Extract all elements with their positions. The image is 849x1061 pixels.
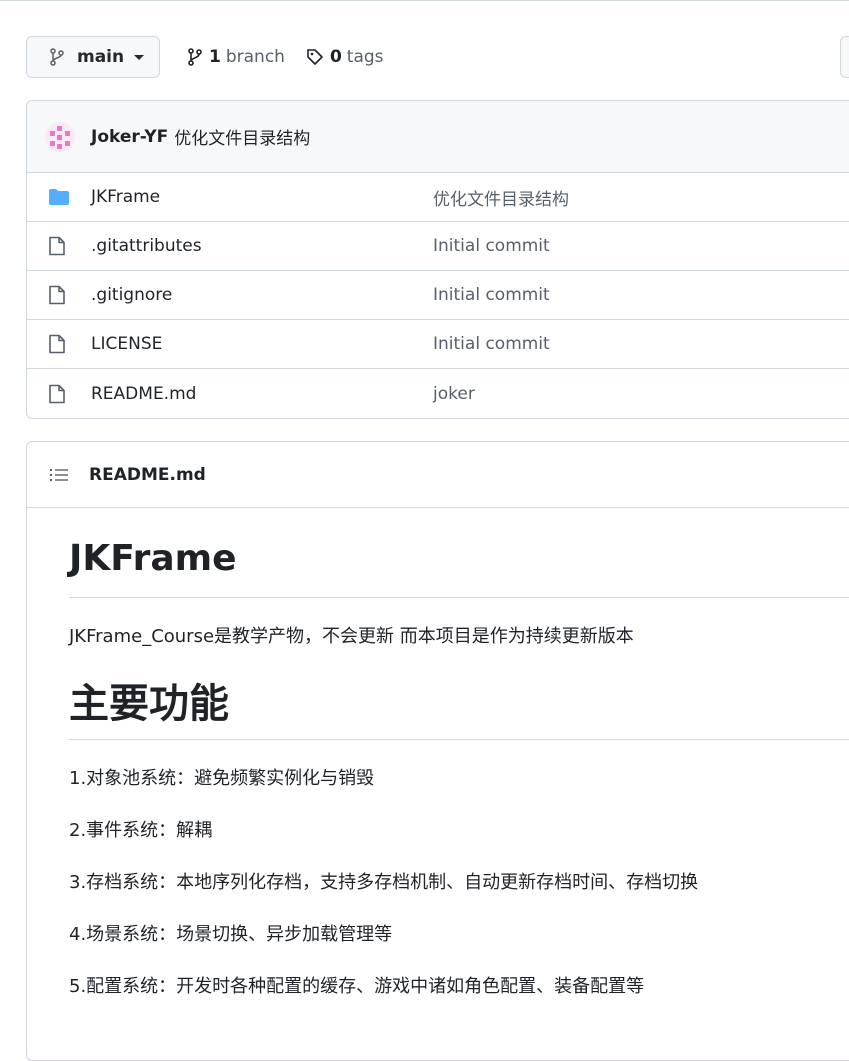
readme-intro: JKFrame_Course是教学产物，不会更新 而本项目是作为持续更新版本 bbox=[69, 626, 634, 647]
readme-header: README.md bbox=[27, 442, 849, 508]
avatar[interactable] bbox=[45, 121, 75, 152]
file-commit-message[interactable]: Initial commit bbox=[433, 236, 550, 256]
file-commit-message[interactable]: Initial commit bbox=[433, 285, 550, 305]
folder-icon bbox=[49, 189, 69, 205]
feature-item: 5.配置系统：开发时各种配置的缓存、游戏中诸如角色配置、装备配置等 bbox=[69, 976, 645, 997]
branch-label: branch bbox=[225, 47, 285, 67]
git-branch-icon bbox=[188, 48, 202, 66]
file-row-jkframe[interactable]: JKFrame 优化文件目录结构 bbox=[27, 173, 849, 222]
commit-message[interactable]: 优化文件目录结构 bbox=[174, 124, 310, 149]
feature-item: 4.场景系统：场景切换、异步加载管理等 bbox=[69, 924, 393, 945]
file-name[interactable]: .gitattributes bbox=[91, 236, 433, 256]
file-commit-message[interactable]: joker bbox=[433, 384, 475, 404]
section-heading: 主要功能 bbox=[69, 681, 849, 740]
current-branch-label: main bbox=[77, 47, 125, 67]
file-icon bbox=[49, 384, 65, 403]
tag-icon bbox=[307, 49, 323, 65]
readme-content: JKFrame JKFrame_Course是教学产物，不会更新 而本项目是作为… bbox=[27, 539, 849, 999]
file-row-gitattributes[interactable]: .gitattributes Initial commit bbox=[27, 222, 849, 271]
feature-item: 2.事件系统：解耦 bbox=[69, 820, 213, 841]
branches-link[interactable]: 1 branch bbox=[187, 47, 285, 67]
code-button-edge[interactable] bbox=[840, 36, 849, 78]
file-icon bbox=[49, 285, 65, 305]
file-commit-message[interactable]: 优化文件目录结构 bbox=[433, 185, 569, 210]
feature-item: 1.对象池系统：避免频繁实例化与销毁 bbox=[69, 768, 375, 789]
chevron-down-icon bbox=[134, 54, 145, 60]
file-name[interactable]: .gitignore bbox=[91, 285, 433, 305]
git-branch-icon bbox=[50, 48, 64, 66]
file-icon bbox=[49, 334, 65, 354]
commit-author[interactable]: Joker-YF bbox=[91, 127, 168, 147]
readme-title: JKFrame bbox=[69, 539, 849, 598]
list-unordered-icon[interactable] bbox=[49, 467, 69, 483]
readme-panel: README.md JKFrame JKFrame_Course是教学产物，不会… bbox=[26, 441, 849, 1061]
feature-item: 3.存档系统：本地序列化存档，支持多存档机制、自动更新存档时间、存档切换 bbox=[69, 872, 699, 893]
file-commit-message[interactable]: Initial commit bbox=[433, 334, 550, 354]
tags-link[interactable]: 0 tags bbox=[306, 47, 384, 67]
file-row-readme[interactable]: README.md joker bbox=[27, 369, 849, 418]
top-divider bbox=[0, 0, 849, 3]
file-row-gitignore[interactable]: .gitignore Initial commit bbox=[27, 271, 849, 320]
file-name[interactable]: README.md bbox=[91, 384, 433, 404]
file-icon bbox=[49, 236, 65, 256]
file-name[interactable]: JKFrame bbox=[91, 187, 433, 207]
repo-toolbar: main 1 branch 0 tags bbox=[26, 36, 384, 78]
file-name[interactable]: LICENSE bbox=[91, 334, 433, 354]
branch-select-button[interactable]: main bbox=[26, 36, 160, 78]
readme-filename: README.md bbox=[89, 464, 206, 485]
file-list: Joker-YF 优化文件目录结构 JKFrame 优化文件目录结构 .gita… bbox=[26, 100, 849, 419]
branch-count: 1 bbox=[209, 47, 221, 67]
tag-label: tags bbox=[346, 47, 384, 67]
file-row-license[interactable]: LICENSE Initial commit bbox=[27, 320, 849, 369]
latest-commit-row: Joker-YF 优化文件目录结构 bbox=[27, 101, 849, 173]
tag-count: 0 bbox=[329, 47, 342, 67]
